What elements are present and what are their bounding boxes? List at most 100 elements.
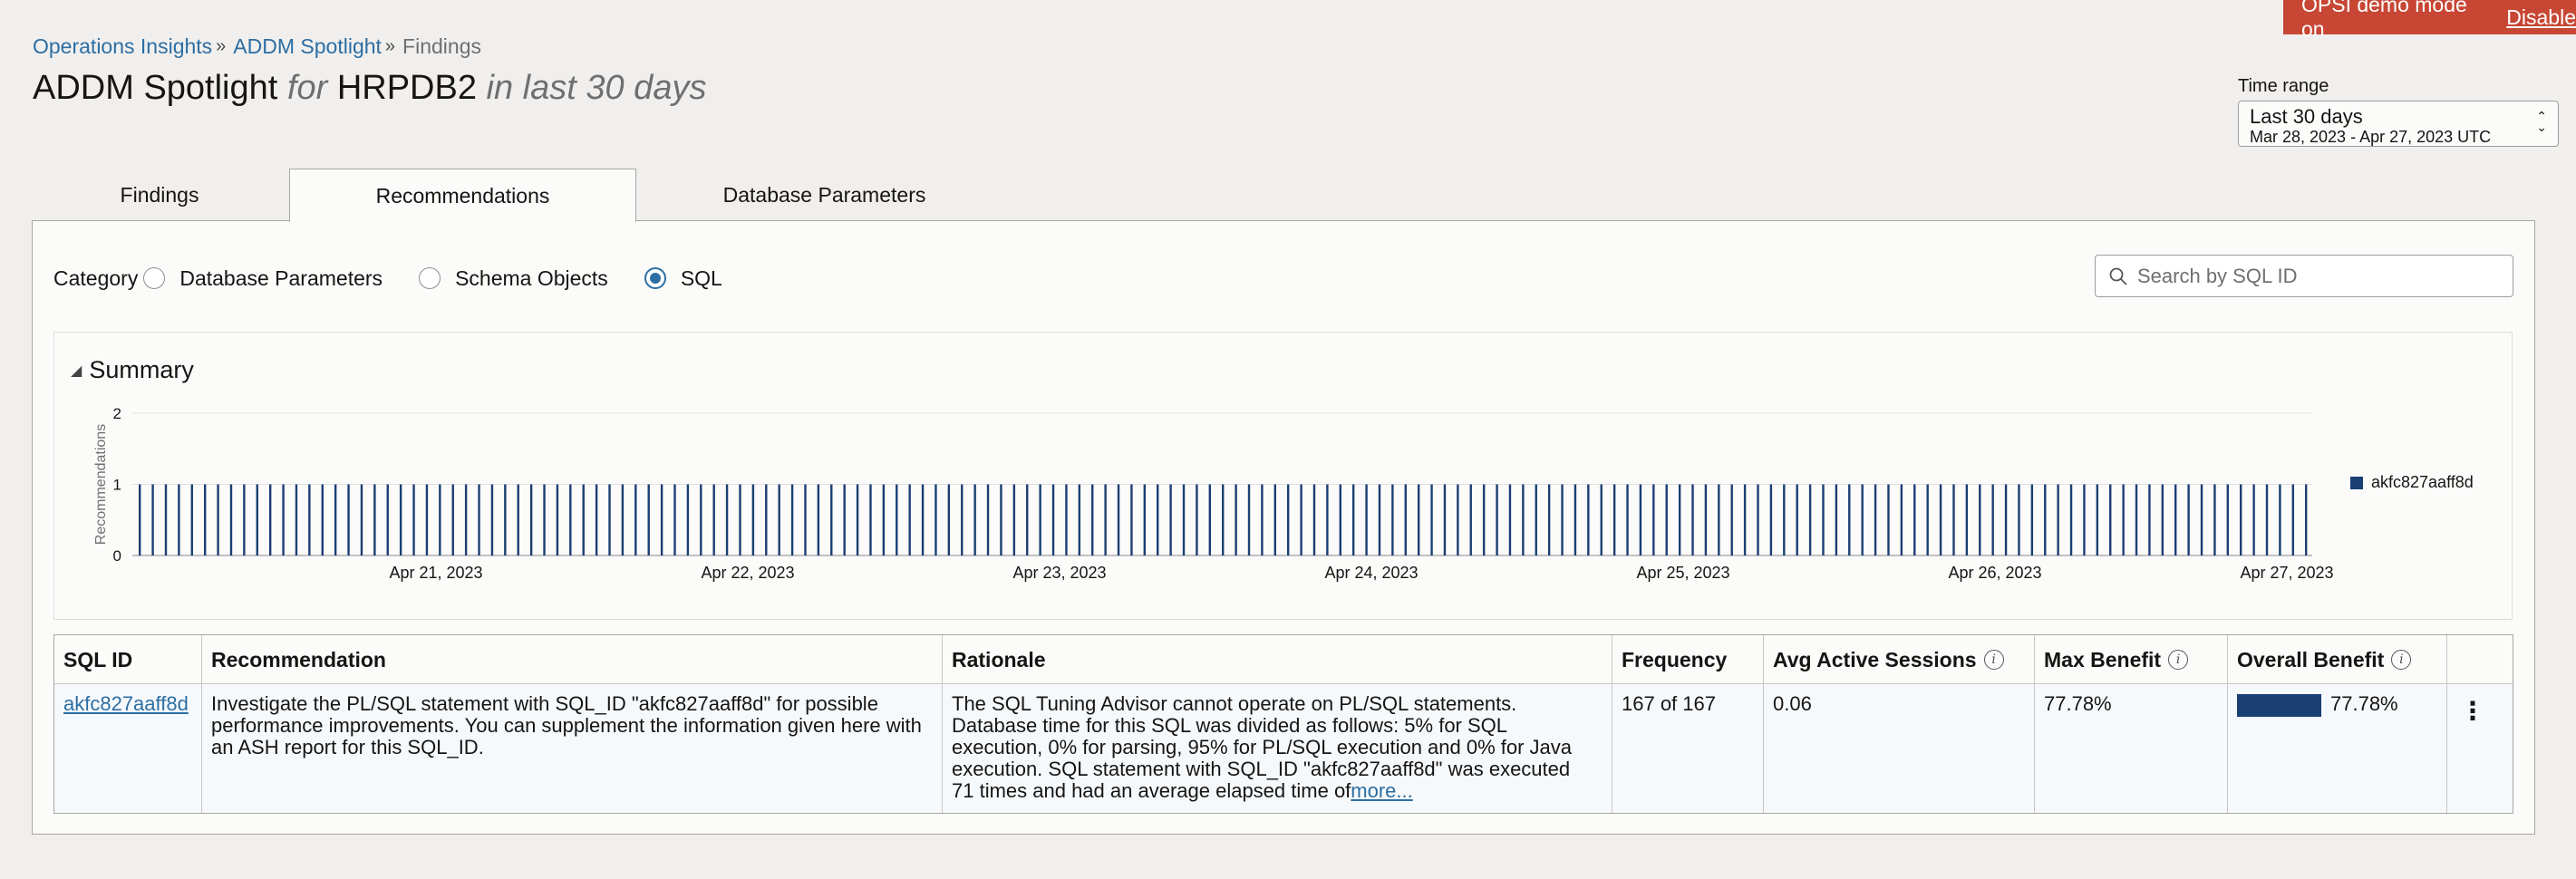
chart-bar: [2213, 484, 2216, 555]
chart-bar: [1522, 484, 1525, 555]
y-tick-label: 1: [113, 477, 121, 494]
info-icon[interactable]: i: [2168, 650, 2189, 670]
col-max-benefit[interactable]: Max Benefit i: [2035, 635, 2228, 684]
breadcrumb-addm-spotlight[interactable]: ADDM Spotlight: [233, 34, 382, 59]
breadcrumb: Operations Insights » ADDM Spotlight » F…: [33, 34, 481, 59]
chart-bar: [569, 484, 572, 555]
chart-bar: [2240, 484, 2242, 555]
chart-bar: [1861, 484, 1864, 555]
chart-bar: [2044, 484, 2047, 555]
y-tick-label: 2: [113, 405, 121, 422]
time-range-select[interactable]: Last 30 days Mar 28, 2023 - Apr 27, 2023…: [2238, 101, 2559, 147]
chart-bar: [451, 484, 454, 555]
chart-bar: [1039, 484, 1041, 555]
recommendations-table: SQL ID Recommendation Rationale Frequenc…: [53, 634, 2513, 814]
chart-bar: [386, 484, 389, 555]
demo-mode-banner: OPSI demo mode on Disable: [2283, 0, 2576, 41]
chart-bar: [2069, 484, 2073, 555]
info-icon[interactable]: i: [2391, 650, 2412, 670]
chart-bar: [282, 484, 285, 555]
col-avg-active-sessions[interactable]: Avg Active Sessions i: [1764, 635, 2035, 684]
chart-bar: [1508, 484, 1512, 555]
col-rationale[interactable]: Rationale: [943, 635, 1612, 684]
col-overall-benefit[interactable]: Overall Benefit i: [2228, 635, 2447, 684]
chart-bar: [1913, 484, 1916, 555]
radio-label: Database Parameters: [179, 266, 383, 290]
x-tick-label: Apr 26, 2023: [1948, 564, 2041, 582]
chart-bar: [243, 484, 246, 555]
chart-bar: [712, 484, 715, 555]
chart-bar: [1704, 484, 1708, 555]
chart-bar: [217, 484, 219, 555]
overall-benefit-value: 77.78%: [2330, 692, 2398, 715]
chart-bar: [439, 484, 441, 555]
chart-bar: [1443, 484, 1447, 555]
category-option-sql[interactable]: SQL: [644, 266, 722, 291]
chart-bar: [1300, 484, 1303, 555]
radio-database-parameters[interactable]: [143, 267, 166, 289]
chart-bar: [1182, 484, 1186, 555]
x-tick-label: Apr 22, 2023: [701, 564, 794, 582]
sql-id-link[interactable]: akfc827aaff8d: [63, 692, 189, 715]
chart-bar: [2096, 484, 2099, 555]
chart-bar: [1796, 484, 1798, 555]
chart-bar: [1286, 484, 1290, 555]
chart-bar: [334, 484, 337, 555]
chart-bar: [1743, 484, 1747, 555]
chart-bar: [151, 484, 154, 555]
chart-bar: [164, 484, 168, 555]
chart-bar: [360, 484, 363, 555]
chart-bar: [256, 484, 258, 555]
col-frequency[interactable]: Frequency: [1612, 635, 1764, 684]
chart-bar: [1469, 484, 1472, 555]
chart-bar: [2252, 484, 2255, 555]
breadcrumb-operations-insights[interactable]: Operations Insights: [33, 34, 212, 59]
updown-chevron-icon: ⌃ ⌄: [2536, 109, 2547, 134]
chart-bar: [1078, 484, 1081, 555]
info-icon[interactable]: i: [1983, 650, 2004, 670]
collapse-triangle-icon[interactable]: ◢: [71, 362, 82, 380]
tab-recommendations[interactable]: Recommendations: [289, 169, 636, 222]
search-icon: [2109, 267, 2127, 285]
radio-sql[interactable]: [644, 267, 666, 289]
chart-bar: [203, 484, 207, 555]
chart-bar: [778, 484, 780, 555]
chart-bar: [856, 484, 859, 555]
y-axis-label: Recommendations: [93, 424, 109, 545]
x-tick-label: Apr 27, 2023: [2240, 564, 2333, 582]
tab-findings[interactable]: Findings: [33, 169, 286, 221]
col-sql-id[interactable]: SQL ID: [54, 635, 202, 684]
kebab-menu-icon[interactable]: ⋮: [2460, 699, 2485, 724]
chart-bar: [1757, 484, 1759, 555]
chart-bar: [1430, 484, 1433, 555]
chart-bar: [660, 484, 663, 555]
disable-demo-link[interactable]: Disable: [2506, 5, 2576, 30]
tab-database-parameters[interactable]: Database Parameters: [636, 169, 1012, 221]
category-option-database-parameters[interactable]: Database Parameters: [143, 266, 383, 291]
chart-bar: [673, 484, 676, 555]
chart-bar: [1482, 484, 1486, 555]
chart-bar: [1091, 484, 1094, 555]
radio-schema-objects[interactable]: [419, 267, 441, 289]
demo-mode-text: OPSI demo mode on: [2301, 0, 2467, 41]
search-sql-id-input[interactable]: Search by SQL ID: [2095, 255, 2513, 297]
more-link[interactable]: more...: [1351, 779, 1412, 802]
chart-bar: [1312, 484, 1316, 555]
chart-bar: [2109, 484, 2112, 555]
chart-bar: [178, 484, 180, 555]
x-tick-label: Apr 23, 2023: [1012, 564, 1106, 582]
chart-bar: [1157, 484, 1159, 555]
chart-bar: [908, 484, 911, 555]
chart-bar: [1952, 484, 1955, 555]
chart-bar: [1130, 484, 1133, 555]
x-tick-label: Apr 25, 2023: [1636, 564, 1729, 582]
chart-bar: [843, 484, 846, 555]
chart-bar: [1965, 484, 1969, 555]
chart-bar: [582, 484, 585, 555]
summary-header[interactable]: ◢ Summary: [71, 356, 194, 384]
chart-bar: [2057, 484, 2059, 555]
chart-bar: [1639, 484, 1642, 555]
category-option-schema-objects[interactable]: Schema Objects: [419, 266, 608, 291]
chart-bar: [2174, 484, 2177, 555]
col-recommendation[interactable]: Recommendation: [202, 635, 943, 684]
